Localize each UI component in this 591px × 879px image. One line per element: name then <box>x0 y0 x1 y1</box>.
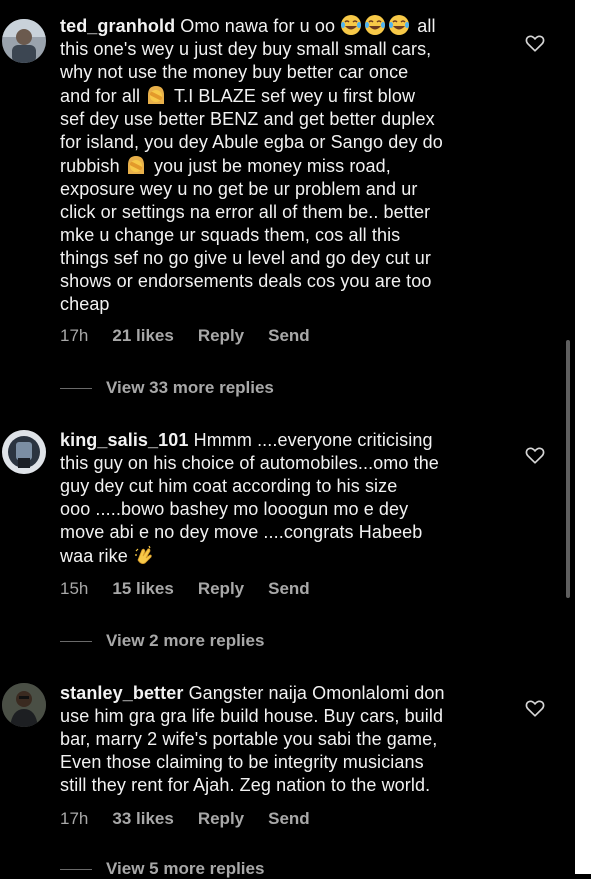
likes-count[interactable]: 33 likes <box>112 809 173 829</box>
comment-timestamp: 17h <box>60 809 89 828</box>
comment-text: ted_granhold Omo nawa for u oo all this … <box>60 15 443 314</box>
send-button[interactable]: Send <box>268 326 310 346</box>
scrollbar[interactable] <box>566 340 570 598</box>
view-more-replies-button[interactable]: View 33 more replies <box>60 378 274 398</box>
face-with-tears-of-joy-icon <box>341 15 362 35</box>
replies-divider <box>60 868 92 870</box>
send-button[interactable]: Send <box>268 579 310 599</box>
heart-outline-icon[interactable] <box>524 32 546 54</box>
reply-button[interactable]: Reply <box>198 326 244 346</box>
send-button[interactable]: Send <box>268 809 310 829</box>
face-with-tears-of-joy-icon <box>389 15 410 35</box>
comments-panel: ted_granhold Omo nawa for u oo all this … <box>0 0 575 878</box>
person-facepalming-icon <box>148 86 165 104</box>
avatar[interactable] <box>2 19 46 63</box>
avatar[interactable] <box>2 430 46 474</box>
likes-count[interactable]: 21 likes <box>112 326 173 346</box>
face-with-tears-of-joy-icon <box>365 15 386 35</box>
view-more-replies-label: View 5 more replies <box>106 859 265 878</box>
comment-username[interactable]: king_salis_101 <box>60 430 189 450</box>
likes-count[interactable]: 15 likes <box>112 579 173 599</box>
heart-outline-icon[interactable] <box>524 444 546 466</box>
person-facepalming-icon <box>127 156 144 174</box>
view-more-replies-button[interactable]: View 2 more replies <box>60 631 264 651</box>
replies-divider <box>60 387 92 389</box>
comment-meta: 17h 21 likes Reply Send <box>60 326 310 346</box>
view-more-replies-button[interactable]: View 5 more replies <box>60 859 264 879</box>
comment-username[interactable]: stanley_better <box>60 683 183 703</box>
comment-text: king_salis_101 Hmmm ....everyone critici… <box>60 430 439 566</box>
view-more-replies-label: View 2 more replies <box>106 631 265 650</box>
reply-button[interactable]: Reply <box>198 809 244 829</box>
comment-username[interactable]: ted_granhold <box>60 16 175 36</box>
comment-meta: 17h 33 likes Reply Send <box>60 809 310 829</box>
view-more-replies-label: View 33 more replies <box>106 378 274 397</box>
reply-button[interactable]: Reply <box>198 579 244 599</box>
replies-divider <box>60 640 92 642</box>
window-edge <box>575 0 591 874</box>
heart-outline-icon[interactable] <box>524 697 546 719</box>
clapping-hands-icon <box>134 545 152 564</box>
comment-timestamp: 17h <box>60 326 89 345</box>
avatar[interactable] <box>2 683 46 727</box>
comment-timestamp: 15h <box>60 579 89 598</box>
comment-meta: 15h 15 likes Reply Send <box>60 579 310 599</box>
comment-text: stanley_better Gangster naija Omonlalomi… <box>60 683 445 795</box>
